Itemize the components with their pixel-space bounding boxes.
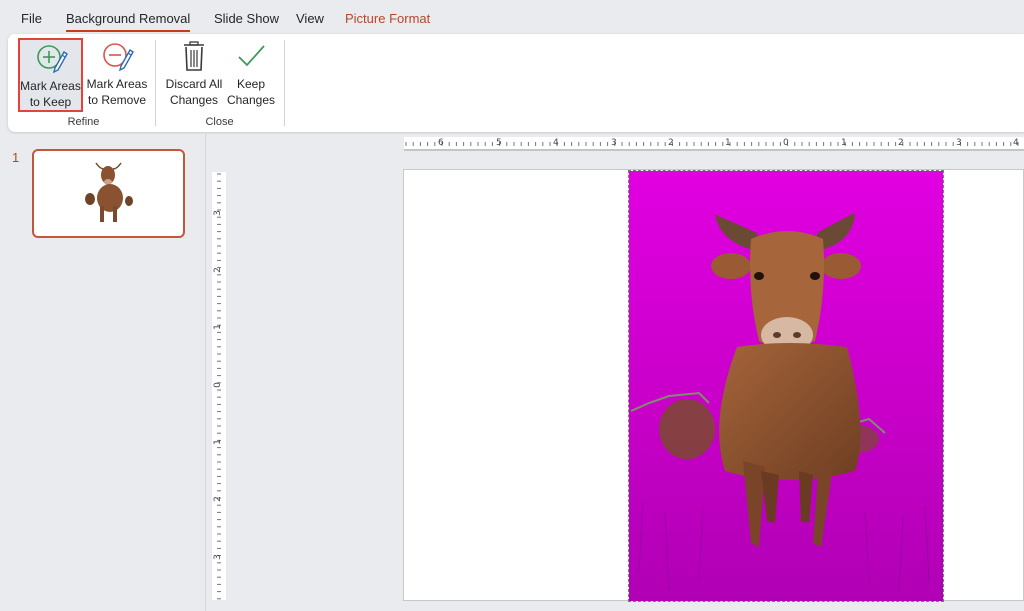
hruler-label: 2 (668, 138, 674, 148)
tab-view[interactable]: View (296, 11, 324, 26)
mark-keep-icon (36, 45, 68, 74)
vruler-label: 2 (212, 496, 223, 502)
hruler-label: 5 (496, 138, 502, 148)
mark-remove-label-1: Mark Areas (86, 77, 148, 91)
hruler-label: 3 (611, 138, 617, 148)
vertical-ruler: 3 2 1 0 1 2 3 (212, 172, 226, 600)
vruler-label: 1 (212, 439, 223, 445)
tab-background-removal[interactable]: Background Removal (66, 11, 191, 32)
mark-remove-label-2: to Remove (87, 93, 147, 107)
discard-label-2: Changes (169, 93, 219, 107)
mark-remove-icon (103, 43, 134, 72)
hruler-label: 4 (1013, 138, 1019, 148)
keep-changes-button[interactable]: Keep Changes (226, 38, 276, 112)
ribbon-tabs: File Background Removal Slide Show View … (0, 0, 1024, 34)
hruler-label: 1 (841, 138, 847, 148)
vruler-label: 3 (212, 210, 223, 216)
group-label-close: Close (205, 116, 234, 128)
discard-all-changes-button[interactable]: Discard All Changes (163, 38, 225, 112)
slide-number: 1 (12, 150, 20, 165)
discard-label-1: Discard All (165, 77, 223, 91)
background-removal-preview (629, 171, 943, 601)
group-separator (155, 40, 156, 126)
mark-areas-to-keep-button[interactable]: Mark Areas to Keep (18, 38, 83, 112)
vruler-label: 1 (212, 324, 223, 330)
tab-slide-show[interactable]: Slide Show (214, 11, 279, 26)
ribbon: Mark Areas to Keep Mark Areas to Remove … (8, 34, 1024, 132)
hruler-label: 3 (956, 138, 962, 148)
horizontal-ruler: 6 5 4 3 2 1 0 1 2 3 4 (404, 137, 1024, 151)
group-separator-2 (284, 40, 285, 126)
checkmark-icon (238, 45, 265, 67)
mark-areas-to-remove-button[interactable]: Mark Areas to Remove (85, 38, 149, 112)
hruler-label: 2 (898, 138, 904, 148)
vruler-label: 0 (212, 382, 223, 388)
mark-keep-label-1: Mark Areas (20, 79, 81, 93)
trash-icon (184, 41, 204, 71)
hruler-label: 1 (725, 138, 731, 148)
group-label-refine: Refine (67, 116, 100, 128)
tab-file[interactable]: File (21, 11, 42, 26)
tab-picture-format[interactable]: Picture Format (345, 11, 430, 26)
keep-changes-label-2: Changes (226, 93, 276, 107)
hruler-label: 0 (783, 138, 789, 148)
mark-keep-label-2: to Keep (29, 95, 72, 109)
hruler-label: 6 (438, 138, 444, 148)
slide-thumbnail[interactable] (32, 149, 185, 238)
cow-picture[interactable] (628, 170, 944, 602)
thumbnail-cow-image (85, 162, 133, 222)
keep-changes-label-1: Keep (236, 77, 266, 91)
hruler-label: 4 (553, 138, 559, 148)
vruler-label: 2 (212, 267, 223, 273)
vruler-label: 3 (212, 554, 223, 560)
